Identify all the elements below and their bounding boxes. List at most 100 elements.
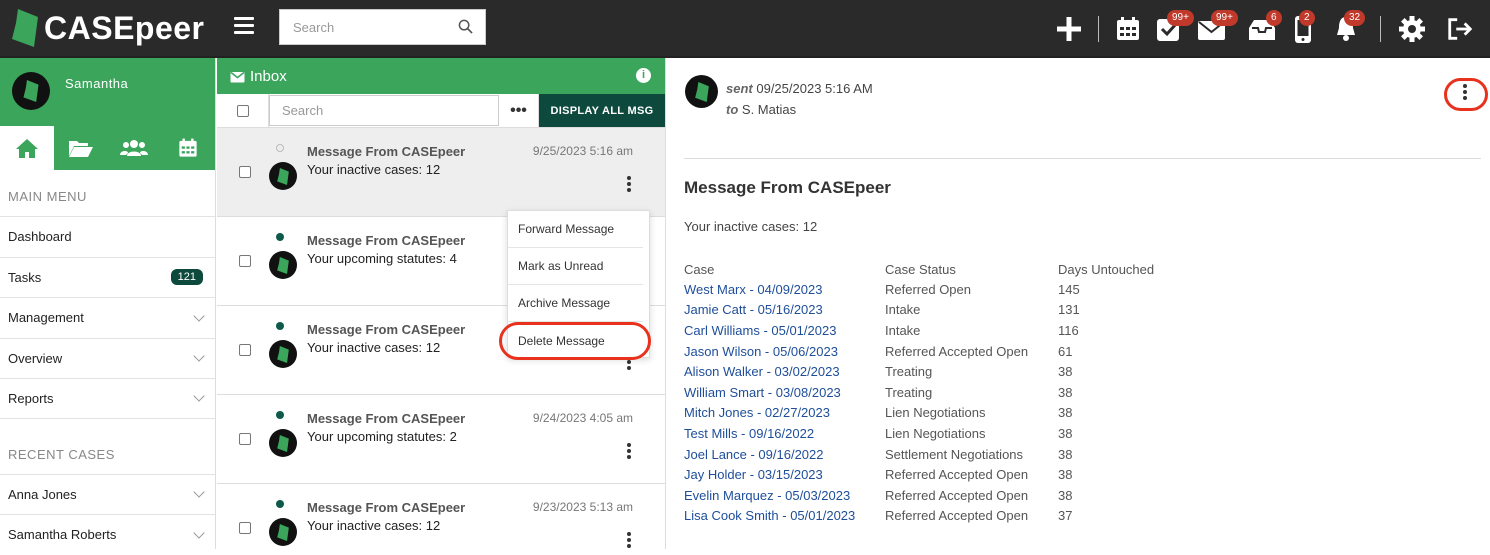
case-link[interactable]: Lisa Cook Smith - 05/01/2023 (684, 506, 885, 527)
case-link[interactable]: Jamie Catt - 05/16/2023 (684, 300, 885, 321)
tasks-button[interactable]: 99+ (1155, 10, 1194, 44)
notifications-button[interactable]: 32 (1333, 10, 1366, 44)
detail-kebab-icon[interactable] (1463, 84, 1467, 102)
column-header: Days Untouched (1058, 262, 1155, 277)
days-untouched: 38 (1058, 467, 1073, 483)
notifications-badge: 32 (1344, 10, 1366, 26)
app-name: CASEpeer (44, 9, 205, 46)
message-checkbox[interactable] (239, 255, 251, 267)
table-row: Lisa Cook Smith - 05/01/2023 Referred Acc… (684, 506, 1154, 527)
chevron-down-icon (193, 486, 205, 498)
info-icon[interactable]: i (636, 68, 651, 83)
case-link[interactable]: Evelin Marquez - 05/03/2023 (684, 485, 885, 506)
case-status: Lien Negotiations (885, 405, 986, 421)
main-menu-title: MAIN MENU (8, 189, 87, 204)
divider (684, 158, 1481, 159)
mobile-button[interactable]: 2 (1292, 10, 1320, 44)
table-row: William Smart - 03/08/2023 Treating 38 (684, 382, 1154, 403)
unread-indicator (276, 411, 284, 419)
forward-message-item[interactable]: Forward Message (508, 211, 643, 248)
message-item[interactable]: Message From CASEpeer 9/24/2023 4:05 am … (217, 395, 665, 484)
add-icon[interactable] (1055, 14, 1083, 44)
unread-indicator (276, 500, 284, 508)
hamburger-menu-icon[interactable] (234, 17, 254, 34)
sidebar-item-overview[interactable]: Overview (0, 337, 215, 379)
sidebar-item-label: Reports (8, 390, 54, 406)
case-link[interactable]: Joel Lance - 09/16/2022 (684, 444, 885, 465)
table-row: Test Mills - 09/16/2022 Lien Negotiations… (684, 423, 1154, 444)
select-all-checkbox[interactable] (236, 104, 249, 117)
case-link[interactable]: Jay Holder - 03/15/2023 (684, 464, 885, 485)
envelope-icon (230, 71, 245, 82)
sidebar-item-reports[interactable]: Reports (0, 378, 215, 419)
case-link[interactable]: Carl Williams - 05/01/2023 (684, 320, 885, 341)
message-date: 9/24/2023 4:05 am (532, 411, 633, 425)
table-row: West Marx - 04/09/2023 Referred Open 145 (684, 279, 1154, 300)
tab-cases[interactable] (54, 126, 108, 170)
inbox-tray-button[interactable]: 6 (1246, 10, 1282, 44)
calendar-icon[interactable] (1114, 14, 1142, 44)
recent-case-item[interactable]: Anna Jones (0, 473, 215, 515)
more-options-button[interactable]: ••• (499, 94, 539, 127)
casepeer-logo[interactable]: CASEpeer (12, 8, 205, 48)
column-header: Case (684, 262, 715, 277)
recent-case-item[interactable]: Samantha Roberts (0, 514, 215, 555)
message-kebab-icon[interactable] (627, 532, 633, 549)
avatar (269, 162, 297, 190)
sidebar-tabs (0, 126, 215, 170)
users-icon (120, 140, 149, 156)
message-item[interactable]: Message From CASEpeer 9/23/2023 5:13 am … (217, 484, 665, 549)
sidebar-item-tasks[interactable]: Tasks 121 (0, 256, 215, 298)
search-icon[interactable] (458, 19, 473, 34)
message-kebab-icon[interactable] (627, 443, 633, 461)
to-label: to (726, 102, 739, 117)
tab-contacts[interactable] (108, 126, 162, 170)
user-name: Samantha (65, 76, 129, 91)
case-status: Treating (885, 384, 933, 400)
case-link[interactable]: Alison Walker - 03/02/2023 (684, 361, 885, 382)
message-checkbox[interactable] (239, 522, 251, 534)
display-all-button[interactable]: DISPLAY ALL MSG (539, 94, 665, 127)
case-link[interactable]: William Smart - 03/08/2023 (684, 382, 885, 403)
avatar (269, 429, 297, 457)
message-sender: Message From CASEpeer (307, 411, 466, 426)
inactive-cases-table: Case Case Status Days Untouched West Mar… (684, 260, 1154, 526)
logout-icon[interactable] (1446, 14, 1474, 44)
toolbar-divider (1098, 16, 1099, 42)
message-kebab-icon[interactable] (627, 176, 633, 194)
sidebar-item-management[interactable]: Management (0, 297, 215, 338)
casepeer-logo-icon (23, 80, 39, 102)
gear-icon[interactable] (1398, 14, 1426, 44)
tab-home[interactable] (0, 126, 54, 170)
user-profile[interactable]: Samantha (0, 58, 215, 126)
days-untouched: 38 (1058, 487, 1073, 503)
case-link[interactable]: Test Mills - 09/16/2022 (684, 423, 885, 444)
message-checkbox[interactable] (239, 344, 251, 356)
inbox-title: Inbox (230, 68, 287, 85)
mark-unread-item[interactable]: Mark as Unread (508, 248, 643, 285)
case-link[interactable]: Jason Wilson - 05/06/2023 (684, 341, 885, 362)
avatar (269, 518, 297, 546)
case-link[interactable]: Mitch Jones - 02/27/2023 (684, 403, 885, 424)
mail-button[interactable]: 99+ (1197, 10, 1238, 44)
sidebar-item-dashboard[interactable]: Dashboard (0, 216, 215, 257)
message-preview: Your upcoming statutes: 4 (307, 251, 457, 266)
case-status: Referred Open (885, 281, 971, 297)
casepeer-logo-icon (277, 434, 289, 452)
global-search-input[interactable] (280, 10, 450, 44)
archive-message-item[interactable]: Archive Message (508, 285, 643, 322)
message-checkbox[interactable] (239, 166, 251, 178)
case-link[interactable]: West Marx - 04/09/2023 (684, 279, 885, 300)
inbox-search-input[interactable]: Search (269, 95, 499, 126)
casepeer-logo-icon (694, 81, 709, 102)
message-checkbox[interactable] (239, 433, 251, 445)
mobile-badge: 2 (1299, 10, 1315, 26)
read-indicator (276, 144, 284, 152)
delete-message-item[interactable]: Delete Message (508, 322, 643, 359)
recent-cases-title: RECENT CASES (8, 446, 115, 462)
tab-calendar[interactable] (161, 126, 215, 170)
message-item[interactable]: Message From CASEpeer 9/25/2023 5:16 am … (217, 128, 665, 217)
message-detail: sent 09/25/2023 5:16 AM to S. Matias Mes… (667, 58, 1490, 549)
table-row: Joel Lance - 09/16/2022 Settlement Negoti… (684, 444, 1154, 465)
tasks-count-badge: 121 (170, 269, 203, 286)
